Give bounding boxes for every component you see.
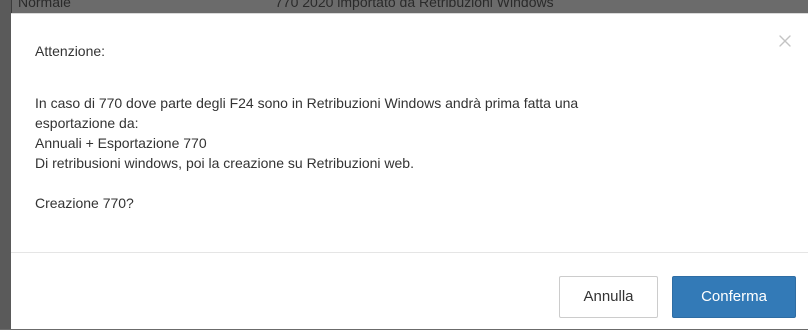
background-cell-type: Normale (18, 0, 71, 10)
confirmation-dialog: Attenzione: In caso di 770 dove parte de… (11, 13, 808, 329)
dialog-title: Attenzione: (35, 43, 106, 59)
dialog-footer: Annulla Conferma (11, 252, 808, 330)
message-line: esportazione da: (35, 115, 139, 131)
message-line: Di retribusioni windows, poi la creazion… (35, 155, 414, 171)
cancel-button[interactable]: Annulla (559, 276, 658, 318)
dialog-question: Creazione 770? (35, 195, 134, 211)
dialog-body: Attenzione: In caso di 770 dove parte de… (11, 14, 808, 252)
message-line: In caso di 770 dove parte degli F24 sono… (35, 95, 579, 111)
background-table-row: Normale 770 2020 importato da Retribuzio… (0, 0, 808, 14)
background-cell-description: 770 2020 importato da Retribuzioni Windo… (275, 0, 554, 10)
message-line: Annuali + Esportazione 770 (35, 135, 207, 151)
dialog-message: In caso di 770 dove parte degli F24 sono… (35, 93, 808, 173)
confirm-button[interactable]: Conferma (672, 276, 796, 318)
